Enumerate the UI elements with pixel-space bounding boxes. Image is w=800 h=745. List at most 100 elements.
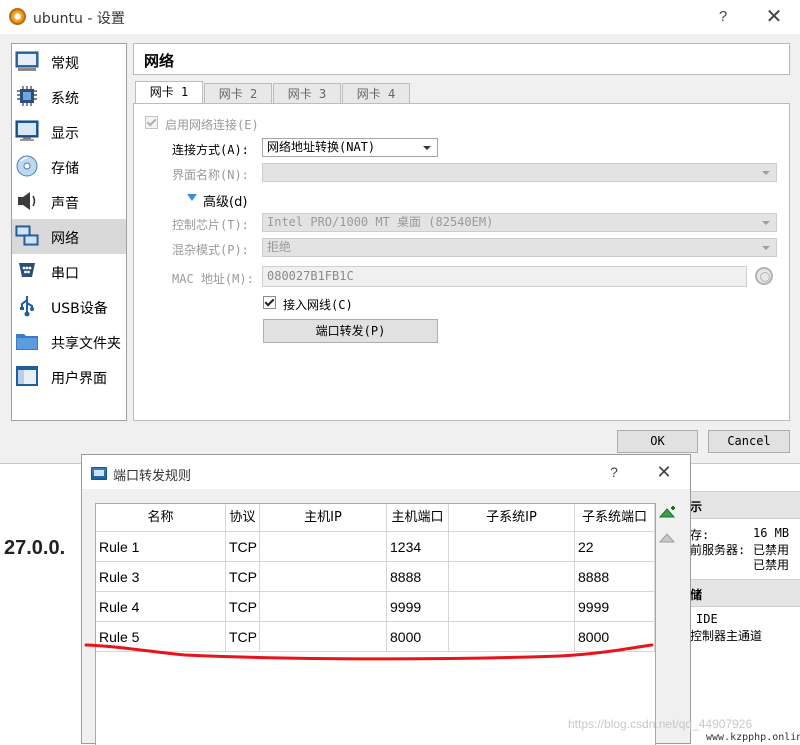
table-cell-guest-ip[interactable] [449, 562, 575, 592]
remove-rule-icon[interactable] [658, 529, 678, 547]
background-section-header: 示 [690, 491, 800, 519]
table-cell-host-port[interactable]: 8888 [387, 562, 449, 592]
tab-adapter-1[interactable]: 网卡 1 [135, 81, 203, 105]
sidebar-item-label: USB设备 [51, 298, 108, 318]
attached-to-value: 网络地址转换(NAT) [267, 140, 375, 154]
tab-adapter-2[interactable]: 网卡 2 [204, 83, 272, 104]
sidebar-item-usb[interactable]: USB设备 [12, 289, 126, 324]
background-text: 前服务器: [690, 541, 745, 558]
settings-sidebar: 常规 系统 显示 存储 声音 [11, 43, 127, 421]
cable-connected-label: 接入网线(C) [283, 296, 353, 313]
expand-triangle-icon[interactable] [187, 194, 197, 201]
port-forwarding-button[interactable]: 端口转发(P) [263, 319, 438, 343]
table-cell-host-port[interactable]: 1234 [387, 532, 449, 562]
enable-adapter-label: 启用网络连接(E) [165, 116, 259, 133]
site-stamp-text: www.kzpphp.online [706, 731, 800, 744]
sidebar-item-storage[interactable]: 存储 [12, 149, 126, 184]
table-cell-guest-port[interactable]: 8000 [575, 622, 655, 652]
adapter-name-label: 界面名称(N): [172, 166, 249, 183]
table-cell-guest-port[interactable]: 8888 [575, 562, 655, 592]
table-cell-guest-ip[interactable] [449, 622, 575, 652]
general-icon [15, 50, 39, 72]
virtualbox-app-icon [9, 8, 26, 25]
mac-address-label: MAC 地址(M): [172, 270, 254, 287]
column-header-guest-port[interactable]: 子系统端口 [575, 504, 655, 532]
table-cell-name[interactable]: Rule 4 [96, 592, 226, 622]
sidebar-item-label: 串口 [51, 263, 79, 283]
column-header-name[interactable]: 名称 [96, 504, 226, 532]
sidebar-item-label: 系统 [51, 88, 79, 108]
dialog-title-bar: 端口转发规则 ? ✕ [82, 455, 690, 489]
table-cell-host-port[interactable]: 8000 [387, 622, 449, 652]
dialog-close-button[interactable]: ✕ [653, 461, 675, 483]
column-header-protocol[interactable]: 协议 [226, 504, 260, 532]
sidebar-item-label: 网络 [51, 228, 79, 248]
user-interface-icon [15, 365, 39, 387]
table-cell-protocol[interactable]: TCP [226, 622, 260, 652]
port-forwarding-dialog: 端口转发规则 ? ✕ 名称 协议 主机IP 主机端口 子系统IP 子系统端口 R… [81, 454, 691, 744]
close-button[interactable]: ✕ [762, 5, 786, 29]
window-title: ubuntu - 设置 [33, 8, 125, 28]
table-cell-protocol[interactable]: TCP [226, 592, 260, 622]
table-cell-name[interactable]: Rule 3 [96, 562, 226, 592]
ok-button[interactable]: OK [617, 430, 698, 453]
chevron-down-icon [423, 146, 431, 150]
table-cell-host-ip[interactable] [260, 592, 387, 622]
sidebar-item-general[interactable]: 常规 [12, 44, 126, 79]
sidebar-item-label: 存储 [51, 158, 79, 178]
dialog-title: 端口转发规则 [113, 465, 191, 484]
refresh-icon[interactable] [755, 267, 773, 285]
section-header: 网络 [133, 43, 790, 75]
port-rules-table: 名称 协议 主机IP 主机端口 子系统IP 子系统端口 Rule 1 TCP 1… [95, 503, 656, 745]
attached-to-label: 连接方式(A): [172, 141, 249, 158]
system-chip-icon [15, 85, 39, 107]
sidebar-item-serial-ports[interactable]: 串口 [12, 254, 126, 289]
sidebar-item-label: 用户界面 [51, 368, 107, 388]
table-cell-host-ip[interactable] [260, 532, 387, 562]
sidebar-item-label: 声音 [51, 193, 79, 213]
column-header-host-ip[interactable]: 主机IP [260, 504, 387, 532]
sidebar-item-user-interface[interactable]: 用户界面 [12, 359, 126, 394]
adapter-type-value: Intel PRO/1000 MT 桌面 (82540EM) [267, 215, 493, 229]
adapter-type-select[interactable]: Intel PRO/1000 MT 桌面 (82540EM) [262, 213, 777, 232]
chevron-down-icon [762, 171, 770, 175]
watermark-text: https://blog.csdn.net/qq_44907926 [568, 717, 752, 731]
table-cell-name[interactable]: Rule 5 [96, 622, 226, 652]
table-cell-guest-port[interactable]: 22 [575, 532, 655, 562]
display-monitor-icon [15, 120, 39, 142]
sidebar-item-display[interactable]: 显示 [12, 114, 126, 149]
cancel-button[interactable]: Cancel [708, 430, 790, 453]
sidebar-item-network[interactable]: 网络 [12, 219, 126, 254]
table-cell-host-ip[interactable] [260, 622, 387, 652]
tab-adapter-3[interactable]: 网卡 3 [273, 83, 341, 104]
enable-adapter-checkbox[interactable] [145, 116, 158, 129]
sidebar-item-shared-folders[interactable]: 共享文件夹 [12, 324, 126, 359]
sidebar-item-audio[interactable]: 声音 [12, 184, 126, 219]
chevron-down-icon [762, 221, 770, 225]
adapter-type-label: 控制芯片(T): [172, 216, 249, 233]
table-cell-guest-port[interactable]: 9999 [575, 592, 655, 622]
adapter-name-select[interactable] [262, 163, 777, 182]
table-cell-protocol[interactable]: TCP [226, 532, 260, 562]
dialog-help-button[interactable]: ? [604, 462, 624, 482]
column-header-guest-ip[interactable]: 子系统IP [449, 504, 575, 532]
add-rule-icon[interactable] [658, 505, 678, 523]
sidebar-item-label: 显示 [51, 123, 79, 143]
table-cell-guest-ip[interactable] [449, 532, 575, 562]
advanced-toggle[interactable]: 高级(d) [203, 191, 247, 210]
table-cell-host-ip[interactable] [260, 562, 387, 592]
background-text: 16 MB [753, 526, 789, 540]
promiscuous-mode-select[interactable]: 拒绝 [262, 238, 777, 257]
mac-address-field[interactable]: 080027B1FB1C [262, 266, 747, 287]
table-cell-guest-ip[interactable] [449, 592, 575, 622]
cable-connected-checkbox[interactable] [263, 296, 276, 309]
column-header-host-port[interactable]: 主机端口 [387, 504, 449, 532]
attached-to-select[interactable]: 网络地址转换(NAT) [262, 138, 438, 157]
table-cell-name[interactable]: Rule 1 [96, 532, 226, 562]
tab-adapter-4[interactable]: 网卡 4 [342, 83, 410, 104]
promiscuous-mode-value: 拒绝 [267, 240, 291, 254]
table-cell-protocol[interactable]: TCP [226, 562, 260, 592]
table-cell-host-port[interactable]: 9999 [387, 592, 449, 622]
help-button[interactable]: ? [712, 6, 734, 28]
sidebar-item-system[interactable]: 系统 [12, 79, 126, 114]
